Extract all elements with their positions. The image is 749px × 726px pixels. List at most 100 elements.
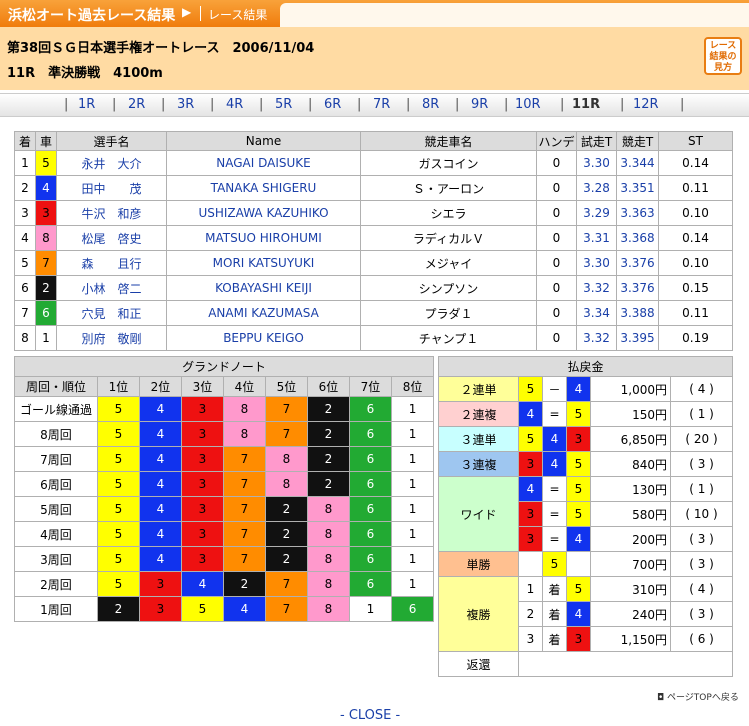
nav-race-6r[interactable]: 6R <box>324 97 341 112</box>
results-col-header: 試走T <box>576 131 617 151</box>
trial-time: 3.30 <box>576 250 617 276</box>
rider-name-jp[interactable]: 穴見 和正 <box>56 300 167 326</box>
grand-note-table: グランドノート 周回・順位 1位 2位 3位 4位 5位 6位 7位 8位 ゴール線通過 5 4 3 8… <box>13 356 435 622</box>
bet-operator: = <box>542 476 567 502</box>
payout-amount: 700円 <box>590 551 671 577</box>
nav-race-5r[interactable]: 5R <box>275 97 292 112</box>
rider-name-jp[interactable]: 牛沢 和彦 <box>56 200 167 226</box>
car-number: 4 <box>566 526 591 552</box>
popularity: ( 3 ) <box>669 451 734 477</box>
page-title: 浜松オート過去レース結果 <box>8 8 176 24</box>
position-car: 2 <box>265 546 308 572</box>
nav-divider: | <box>455 97 460 112</box>
finish-rank: 6 <box>14 275 36 301</box>
trial-time: 3.31 <box>576 225 617 251</box>
position-car: 7 <box>223 471 266 497</box>
car-number: 3 <box>566 626 591 652</box>
bet-operator: = <box>542 401 567 427</box>
finish-rank: 4 <box>14 225 36 251</box>
bet-type-label: 単勝 <box>438 551 519 577</box>
bet-operator: = <box>542 526 567 552</box>
rider-name-jp[interactable]: 松尾 啓史 <box>56 225 167 251</box>
grand-note-col-header: 周回・順位 <box>14 376 98 397</box>
rider-name-en[interactable]: TANAKA SHIGERU <box>166 175 361 201</box>
nav-divider: | <box>504 97 509 112</box>
rider-name-en[interactable]: MORI KATSUYUKI <box>166 250 361 276</box>
bet-type-label: ワイド <box>438 476 519 552</box>
nav-divider: | <box>112 97 117 112</box>
grand-note-row: 8周回 5 4 3 8 7 2 6 1 <box>14 421 435 447</box>
position-car: 3 <box>181 396 224 422</box>
rider-name-jp[interactable]: 田中 茂 <box>56 175 167 201</box>
bike-name: ガスコイン <box>360 150 537 176</box>
position-car: 3 <box>181 546 224 572</box>
bike-name: シエラ <box>360 200 537 226</box>
nav-race-12r[interactable]: 12R <box>633 97 659 112</box>
position-car: 7 <box>265 396 308 422</box>
race-info: 第38回ＳＧ日本選手権オートレース 2006/11/04 11R 準決勝戦 41… <box>0 27 749 90</box>
results-col-header: Name <box>166 131 361 151</box>
race-time: 3.395 <box>616 325 659 351</box>
popularity: ( 4 ) <box>669 576 734 602</box>
position-car: 2 <box>307 471 350 497</box>
rider-name-en[interactable]: BEPPU KEIGO <box>166 325 361 351</box>
rider-name-en[interactable]: KOBAYASHI KEIJI <box>166 275 361 301</box>
position-car: 8 <box>307 546 350 572</box>
start-timing: 0.15 <box>658 275 733 301</box>
rider-name-en[interactable]: ANAMI KAZUMASA <box>166 300 361 326</box>
rider-name-en[interactable]: USHIZAWA KAZUHIKO <box>166 200 361 226</box>
position-car: 7 <box>223 546 266 572</box>
position-car: 5 <box>97 446 140 472</box>
nav-race-3r[interactable]: 3R <box>177 97 194 112</box>
nav-race-10r[interactable]: 10R <box>515 97 541 112</box>
position-car: 4 <box>139 421 182 447</box>
lap-label: 1周回 <box>14 596 98 622</box>
position-car: 6 <box>349 471 392 497</box>
bike-name: ラディカルＶ <box>360 225 537 251</box>
position-car: 3 <box>181 496 224 522</box>
car-number: 8 <box>35 225 57 251</box>
car-number: 4 <box>566 376 591 402</box>
nav-race-9r[interactable]: 9R <box>471 97 488 112</box>
chaku-label: 着 <box>542 626 567 652</box>
bet-operator: = <box>542 501 567 527</box>
position-car: 7 <box>265 421 308 447</box>
results-col-header: ハンデ <box>536 131 577 151</box>
rider-name-jp[interactable]: 小林 啓二 <box>56 275 167 301</box>
bike-name: シンプソン <box>360 275 537 301</box>
bet-type-label: ２連複 <box>438 401 519 427</box>
rider-name-en[interactable]: NAGAI DAISUKE <box>166 150 361 176</box>
position-car: 2 <box>307 396 350 422</box>
nav-race-2r[interactable]: 2R <box>128 97 145 112</box>
nav-race-1r[interactable]: 1R <box>78 97 95 112</box>
payout-row-renpuku2: ２連複 4 = 5 150円 ( 1 ) <box>438 401 734 427</box>
finish-rank: 5 <box>14 250 36 276</box>
lap-label: 4周回 <box>14 521 98 547</box>
position-car: 3 <box>181 421 224 447</box>
nav-race-7r[interactable]: 7R <box>373 97 390 112</box>
lap-label: 8周回 <box>14 421 98 447</box>
results-col-header: 競走車名 <box>360 131 537 151</box>
grand-note-row: 6周回 5 4 3 7 8 2 6 1 <box>14 471 435 497</box>
payout-amount: 150円 <box>590 401 671 427</box>
rider-name-jp[interactable]: 永井 大介 <box>56 150 167 176</box>
close-link[interactable]: - CLOSE - <box>340 708 400 723</box>
nav-divider: | <box>406 97 411 112</box>
rider-name-jp[interactable]: 森 且行 <box>56 250 167 276</box>
result-guide-button[interactable]: レース結果の見方 <box>704 37 742 75</box>
car-number: 2 <box>35 275 57 301</box>
rider-name-en[interactable]: MATSUO HIROHUMI <box>166 225 361 251</box>
nav-divider: | <box>680 97 685 112</box>
results-row: 8 1 別府 敬剛 BEPPU KEIGO チャンプ１ 0 3.32 3.395 0.19 <box>14 325 733 351</box>
rider-name-jp[interactable]: 別府 敬剛 <box>56 325 167 351</box>
nav-race-8r[interactable]: 8R <box>422 97 439 112</box>
arrow-up-icon: ◘ <box>657 693 667 703</box>
start-timing: 0.14 <box>658 225 733 251</box>
page-top-link[interactable]: ◘ ページTOPへ戻る <box>657 690 739 703</box>
payout-amount: 200円 <box>590 526 671 552</box>
finish-rank: 3 <box>518 626 543 652</box>
payout-row-wide-1: ワイド 4 = 5 130円 ( 1 ) <box>438 476 734 552</box>
grand-note-col-header: 4位 <box>223 376 266 397</box>
grand-note-col-header: 3位 <box>181 376 224 397</box>
nav-race-4r[interactable]: 4R <box>226 97 243 112</box>
